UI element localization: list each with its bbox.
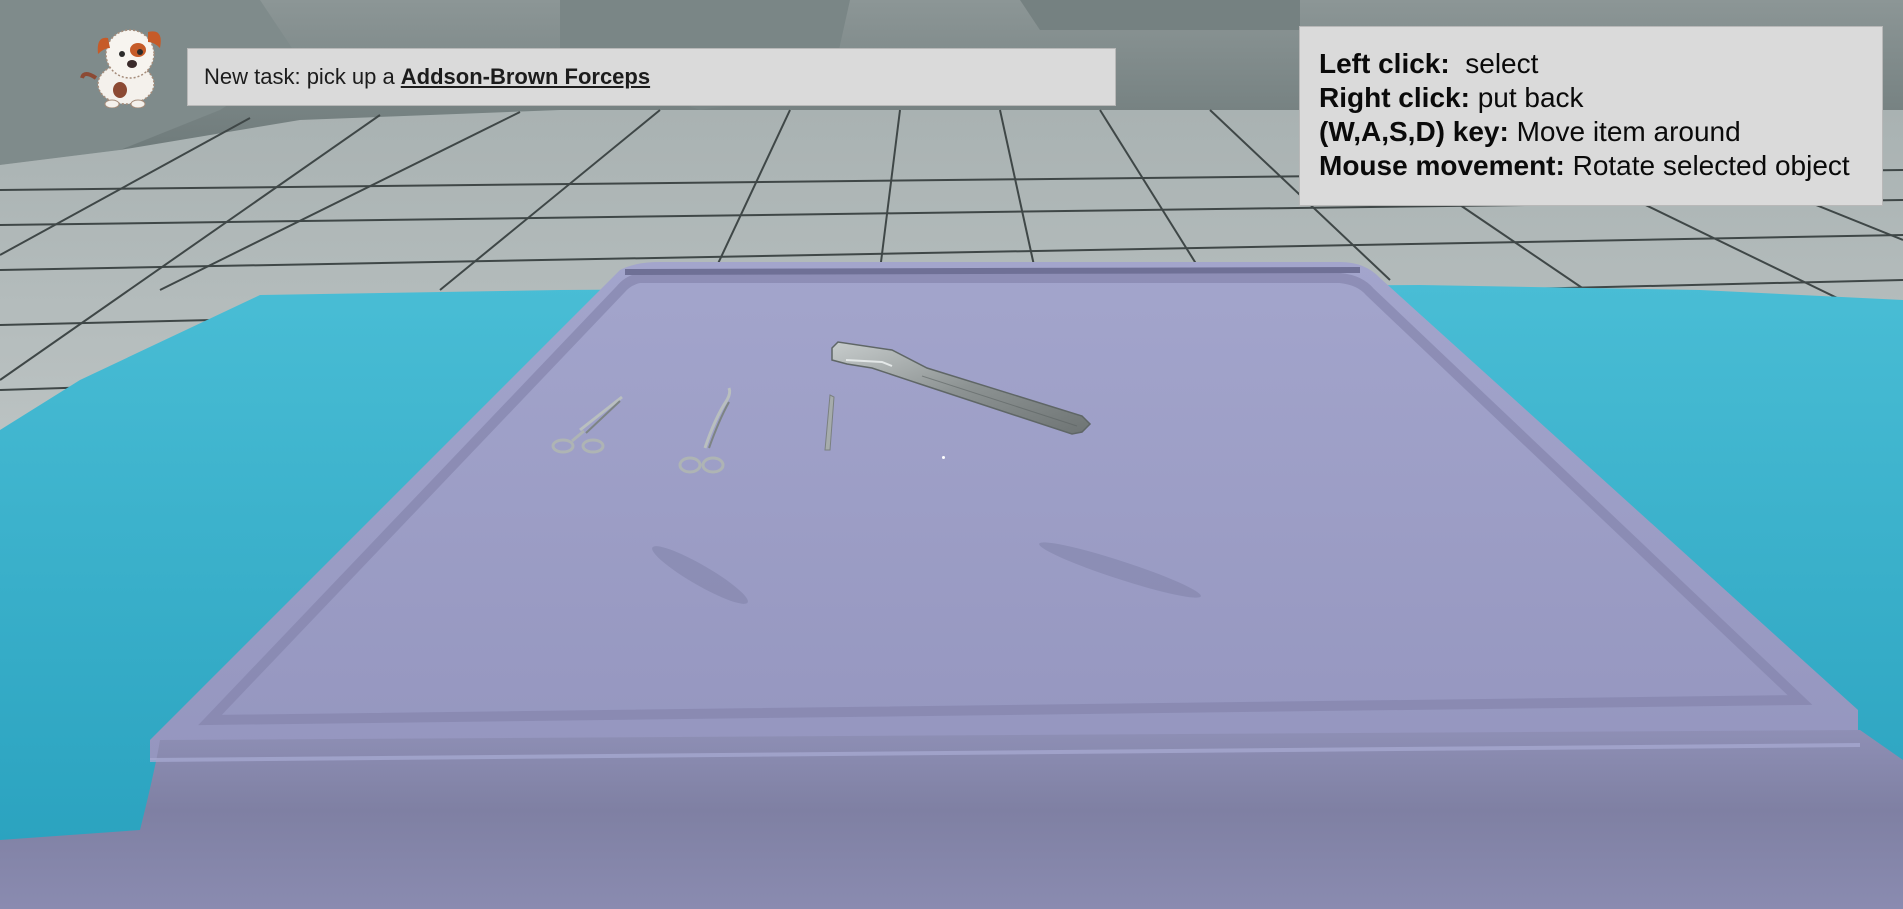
- control-row-wasd: (W,A,S,D) key: Move item around: [1319, 115, 1882, 149]
- control-key: Mouse movement:: [1319, 150, 1565, 181]
- control-key: (W,A,S,D) key:: [1319, 116, 1509, 147]
- wall-block-right: [1020, 0, 1300, 30]
- game-scene[interactable]: New task: pick up a Addson-Brown Forceps…: [0, 0, 1903, 909]
- task-target-item: Addson-Brown Forceps: [400, 64, 651, 89]
- puppy-mascot-icon: [78, 18, 174, 109]
- crosshair-icon: [942, 456, 945, 459]
- controls-help-panel: Left click: select Right click: put back…: [1299, 26, 1883, 206]
- control-row-left-click: Left click: select: [1319, 47, 1882, 81]
- control-action: Move item around: [1508, 116, 1741, 147]
- task-prefix: New task: pick up a: [204, 64, 395, 89]
- control-row-right-click: Right click: put back: [1319, 81, 1882, 115]
- control-action: select: [1449, 48, 1539, 79]
- task-banner: New task: pick up a Addson-Brown Forceps: [187, 48, 1116, 106]
- control-action: Rotate selected object: [1564, 150, 1850, 181]
- control-key: Left click:: [1319, 48, 1450, 79]
- control-key: Right click:: [1319, 82, 1470, 113]
- control-row-mouse: Mouse movement: Rotate selected object: [1319, 149, 1882, 183]
- control-action: put back: [1469, 82, 1584, 113]
